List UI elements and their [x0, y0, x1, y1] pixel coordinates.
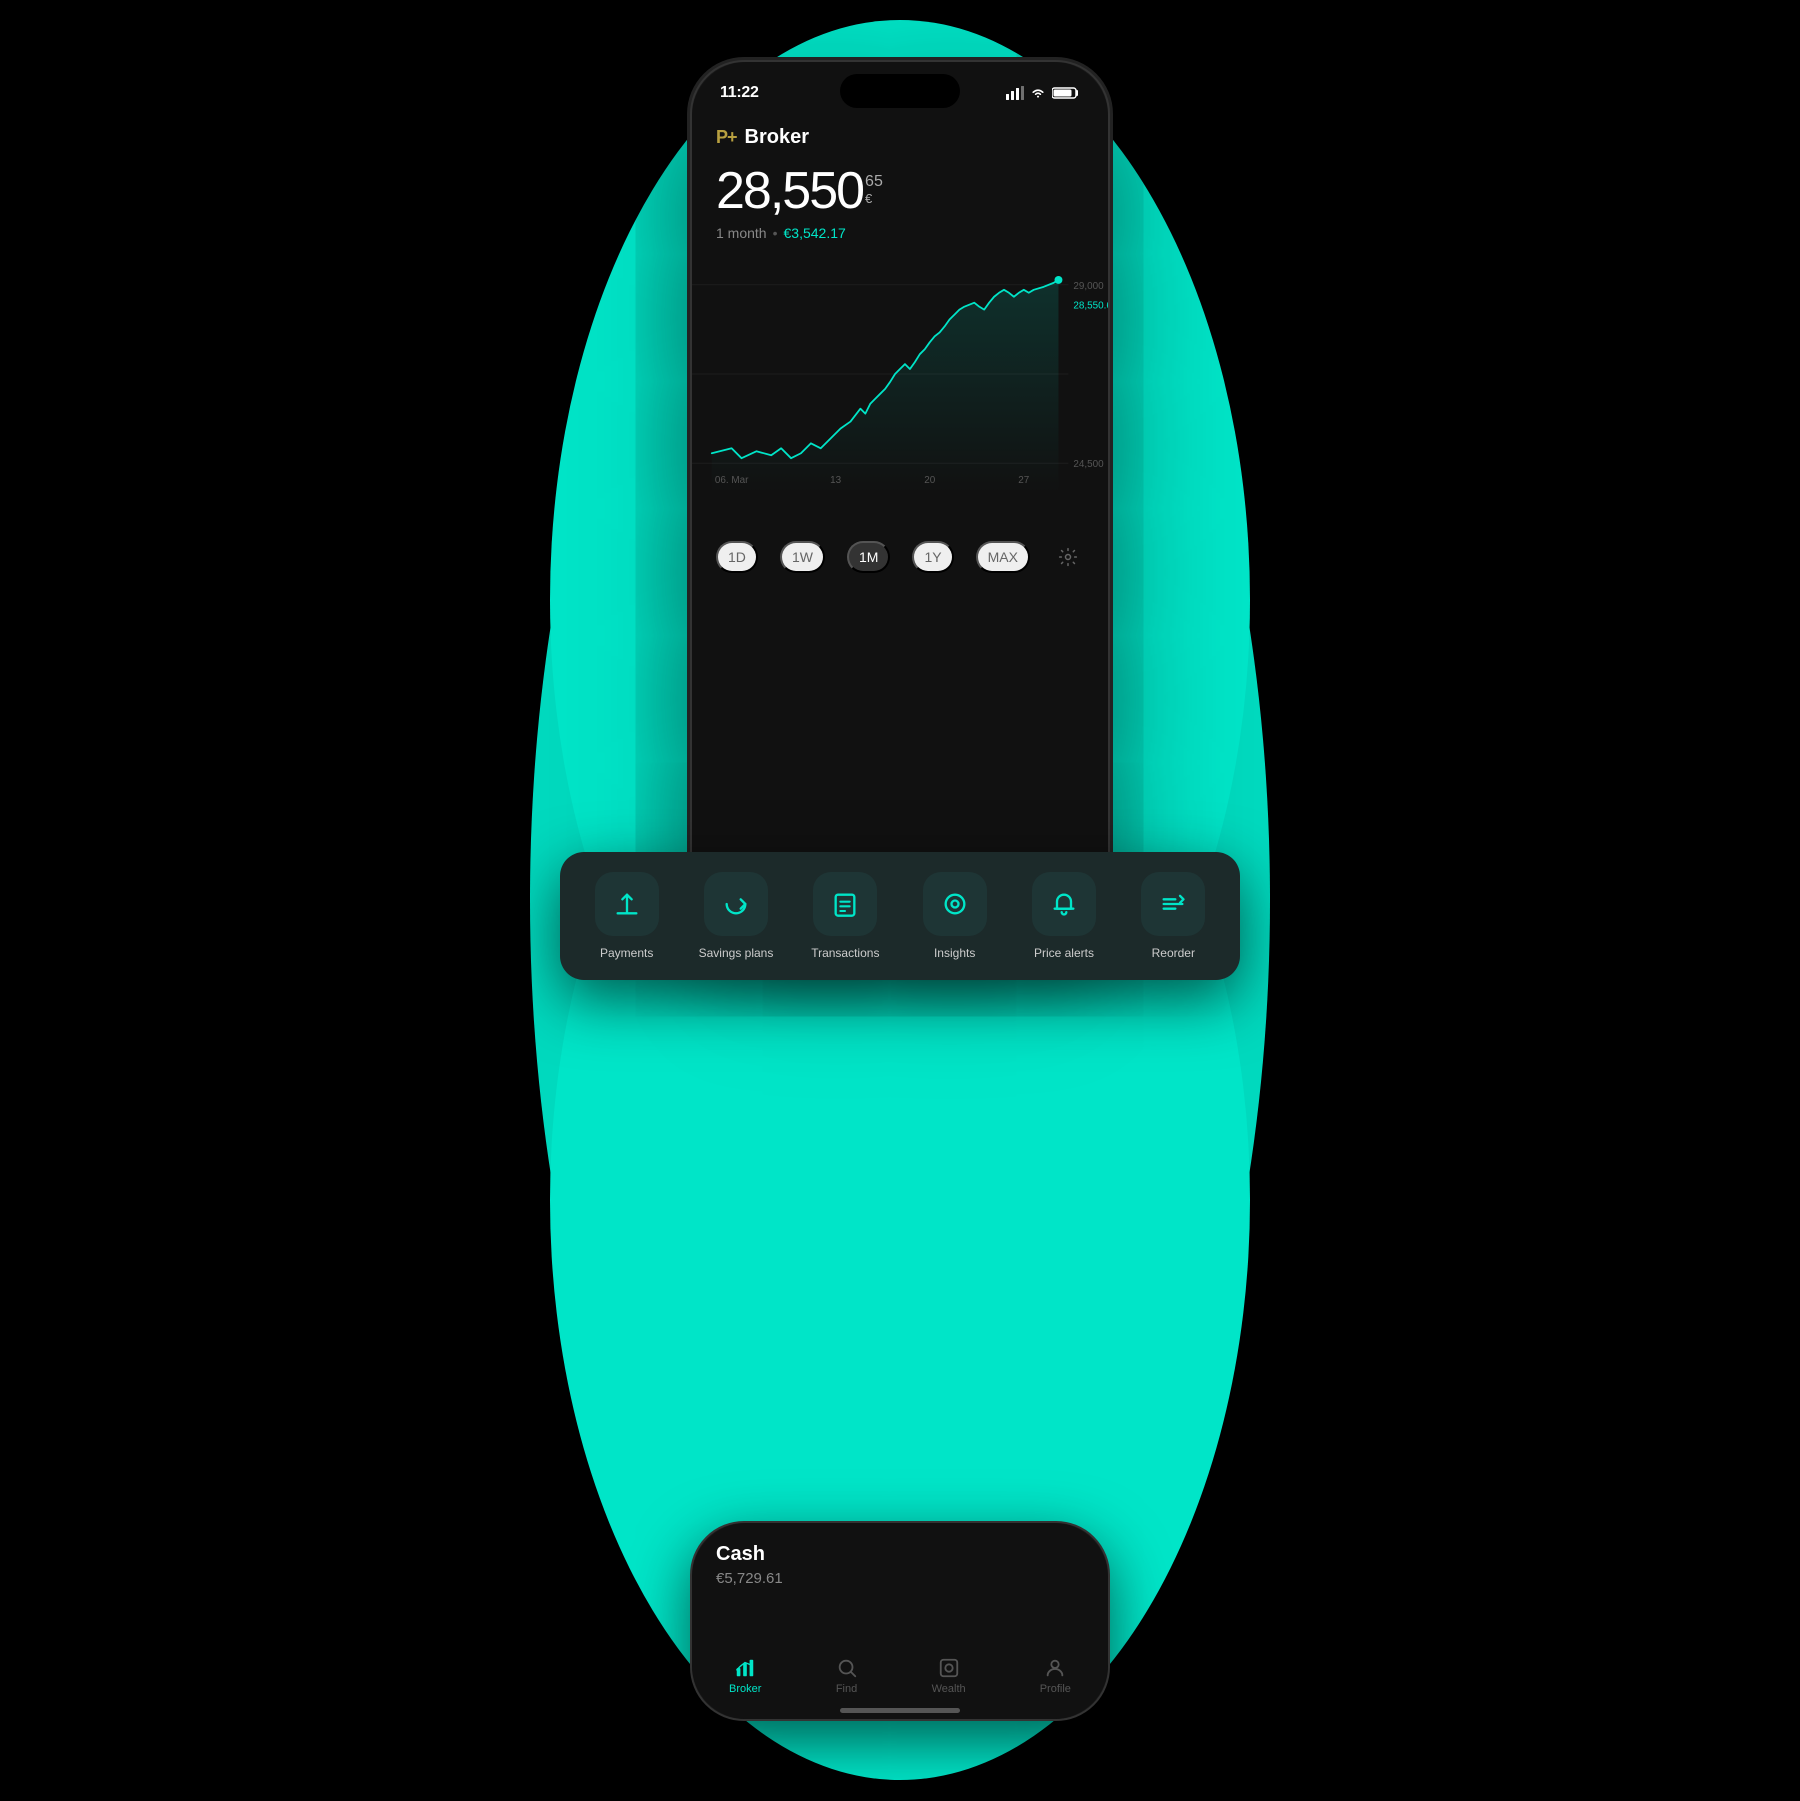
transactions-icon	[831, 890, 859, 918]
payments-icon-wrap	[595, 872, 659, 936]
svg-text:20: 20	[924, 475, 936, 486]
nav-item-find[interactable]: Find	[836, 1657, 858, 1695]
transactions-icon-wrap	[813, 872, 877, 936]
time-btn-1y[interactable]: 1Y	[912, 541, 953, 573]
chart-area: 29,000 28,550.65 24,500 06. Mar 13 20 27	[692, 249, 1108, 529]
portfolio-decimal: 65	[865, 173, 883, 191]
dynamic-island	[840, 74, 960, 108]
chart-end-dot	[1055, 276, 1063, 284]
profile-nav-icon	[1044, 1657, 1066, 1679]
phone-frame-bottom: Cash €5,729.61 Broker	[690, 1521, 1110, 1721]
savings-plans-icon-wrap	[704, 872, 768, 936]
insights-icon-wrap	[923, 872, 987, 936]
action-reorder[interactable]: Reorder	[1123, 872, 1224, 960]
time-btn-1d[interactable]: 1D	[716, 541, 758, 573]
nav-label-wealth: Wealth	[932, 1683, 966, 1695]
time-range-selector: 1D 1W 1M 1Y MAX	[692, 529, 1108, 585]
portfolio-chart: 29,000 28,550.65 24,500 06. Mar 13 20 27	[692, 249, 1108, 499]
svg-text:13: 13	[830, 475, 842, 486]
portfolio-main-value: 28,550	[716, 165, 863, 217]
reorder-label: Reorder	[1152, 946, 1195, 960]
action-panel: Payments Savings plans	[560, 852, 1240, 980]
broker-nav-icon	[734, 1657, 756, 1679]
action-savings-plans[interactable]: Savings plans	[685, 872, 786, 960]
portfolio-period-label: 1 month	[716, 225, 767, 241]
action-insights[interactable]: Insights	[904, 872, 1005, 960]
insights-label: Insights	[934, 946, 975, 960]
app-header: P+ Broker	[692, 110, 1108, 157]
portfolio-period: 1 month • €3,542.17	[716, 225, 1084, 241]
home-indicator	[840, 1708, 960, 1713]
nav-label-broker: Broker	[729, 1683, 761, 1695]
gear-icon	[1058, 547, 1078, 567]
action-transactions[interactable]: Transactions	[795, 872, 896, 960]
status-icons	[1006, 86, 1080, 100]
portfolio-value: 28,550 65 €	[716, 165, 1084, 217]
time-btn-1w[interactable]: 1W	[780, 541, 825, 573]
svg-text:27: 27	[1018, 475, 1029, 486]
phone-screen: 11:22	[692, 62, 1108, 918]
savings-plans-icon	[722, 890, 750, 918]
action-payments[interactable]: Payments	[576, 872, 677, 960]
svg-text:06. Mar: 06. Mar	[715, 475, 749, 486]
nav-item-profile[interactable]: Profile	[1040, 1657, 1071, 1695]
insights-icon	[941, 890, 969, 918]
savings-plans-label: Savings plans	[699, 946, 774, 960]
wifi-icon	[1030, 87, 1046, 99]
reorder-icon-wrap	[1141, 872, 1205, 936]
svg-text:29,000: 29,000	[1073, 281, 1104, 292]
reorder-icon	[1159, 890, 1187, 918]
time-btn-1m[interactable]: 1M	[847, 541, 890, 573]
nav-label-find: Find	[836, 1683, 857, 1695]
nav-item-wealth[interactable]: Wealth	[932, 1657, 966, 1695]
logo-mark: P+	[716, 127, 737, 148]
nav-label-profile: Profile	[1040, 1683, 1071, 1695]
svg-text:24,500: 24,500	[1073, 459, 1104, 470]
portfolio-change: €3,542.17	[784, 225, 846, 241]
wealth-nav-icon	[938, 1657, 960, 1679]
portfolio-section: 28,550 65 € 1 month • €3,542.17	[692, 157, 1108, 245]
price-alerts-icon	[1050, 890, 1078, 918]
chart-settings-button[interactable]	[1052, 541, 1084, 573]
battery-icon	[1052, 86, 1080, 100]
status-time: 11:22	[720, 84, 759, 102]
transactions-label: Transactions	[811, 946, 879, 960]
app-title: Broker	[745, 126, 809, 149]
price-alerts-icon-wrap	[1032, 872, 1096, 936]
time-btn-max[interactable]: MAX	[976, 541, 1030, 573]
main-phone: 11:22	[690, 60, 1110, 920]
cash-value: €5,729.61	[716, 1570, 1084, 1587]
signal-icon	[1006, 86, 1024, 100]
bottom-phone: Cash €5,729.61 Broker	[690, 1521, 1110, 1721]
scene: 11:22	[0, 0, 1800, 1801]
svg-text:28,550.65: 28,550.65	[1073, 301, 1108, 312]
phone-frame: 11:22	[690, 60, 1110, 920]
find-nav-icon	[836, 1657, 858, 1679]
payments-icon	[613, 890, 641, 918]
price-alerts-label: Price alerts	[1034, 946, 1094, 960]
nav-item-broker[interactable]: Broker	[729, 1657, 761, 1695]
payments-label: Payments	[600, 946, 653, 960]
cash-section: Cash €5,729.61	[716, 1543, 1084, 1587]
action-price-alerts[interactable]: Price alerts	[1013, 872, 1114, 960]
portfolio-currency: €	[865, 191, 883, 206]
phone-screen-bottom: Cash €5,729.61 Broker	[692, 1523, 1108, 1719]
cash-label: Cash	[716, 1543, 1084, 1566]
